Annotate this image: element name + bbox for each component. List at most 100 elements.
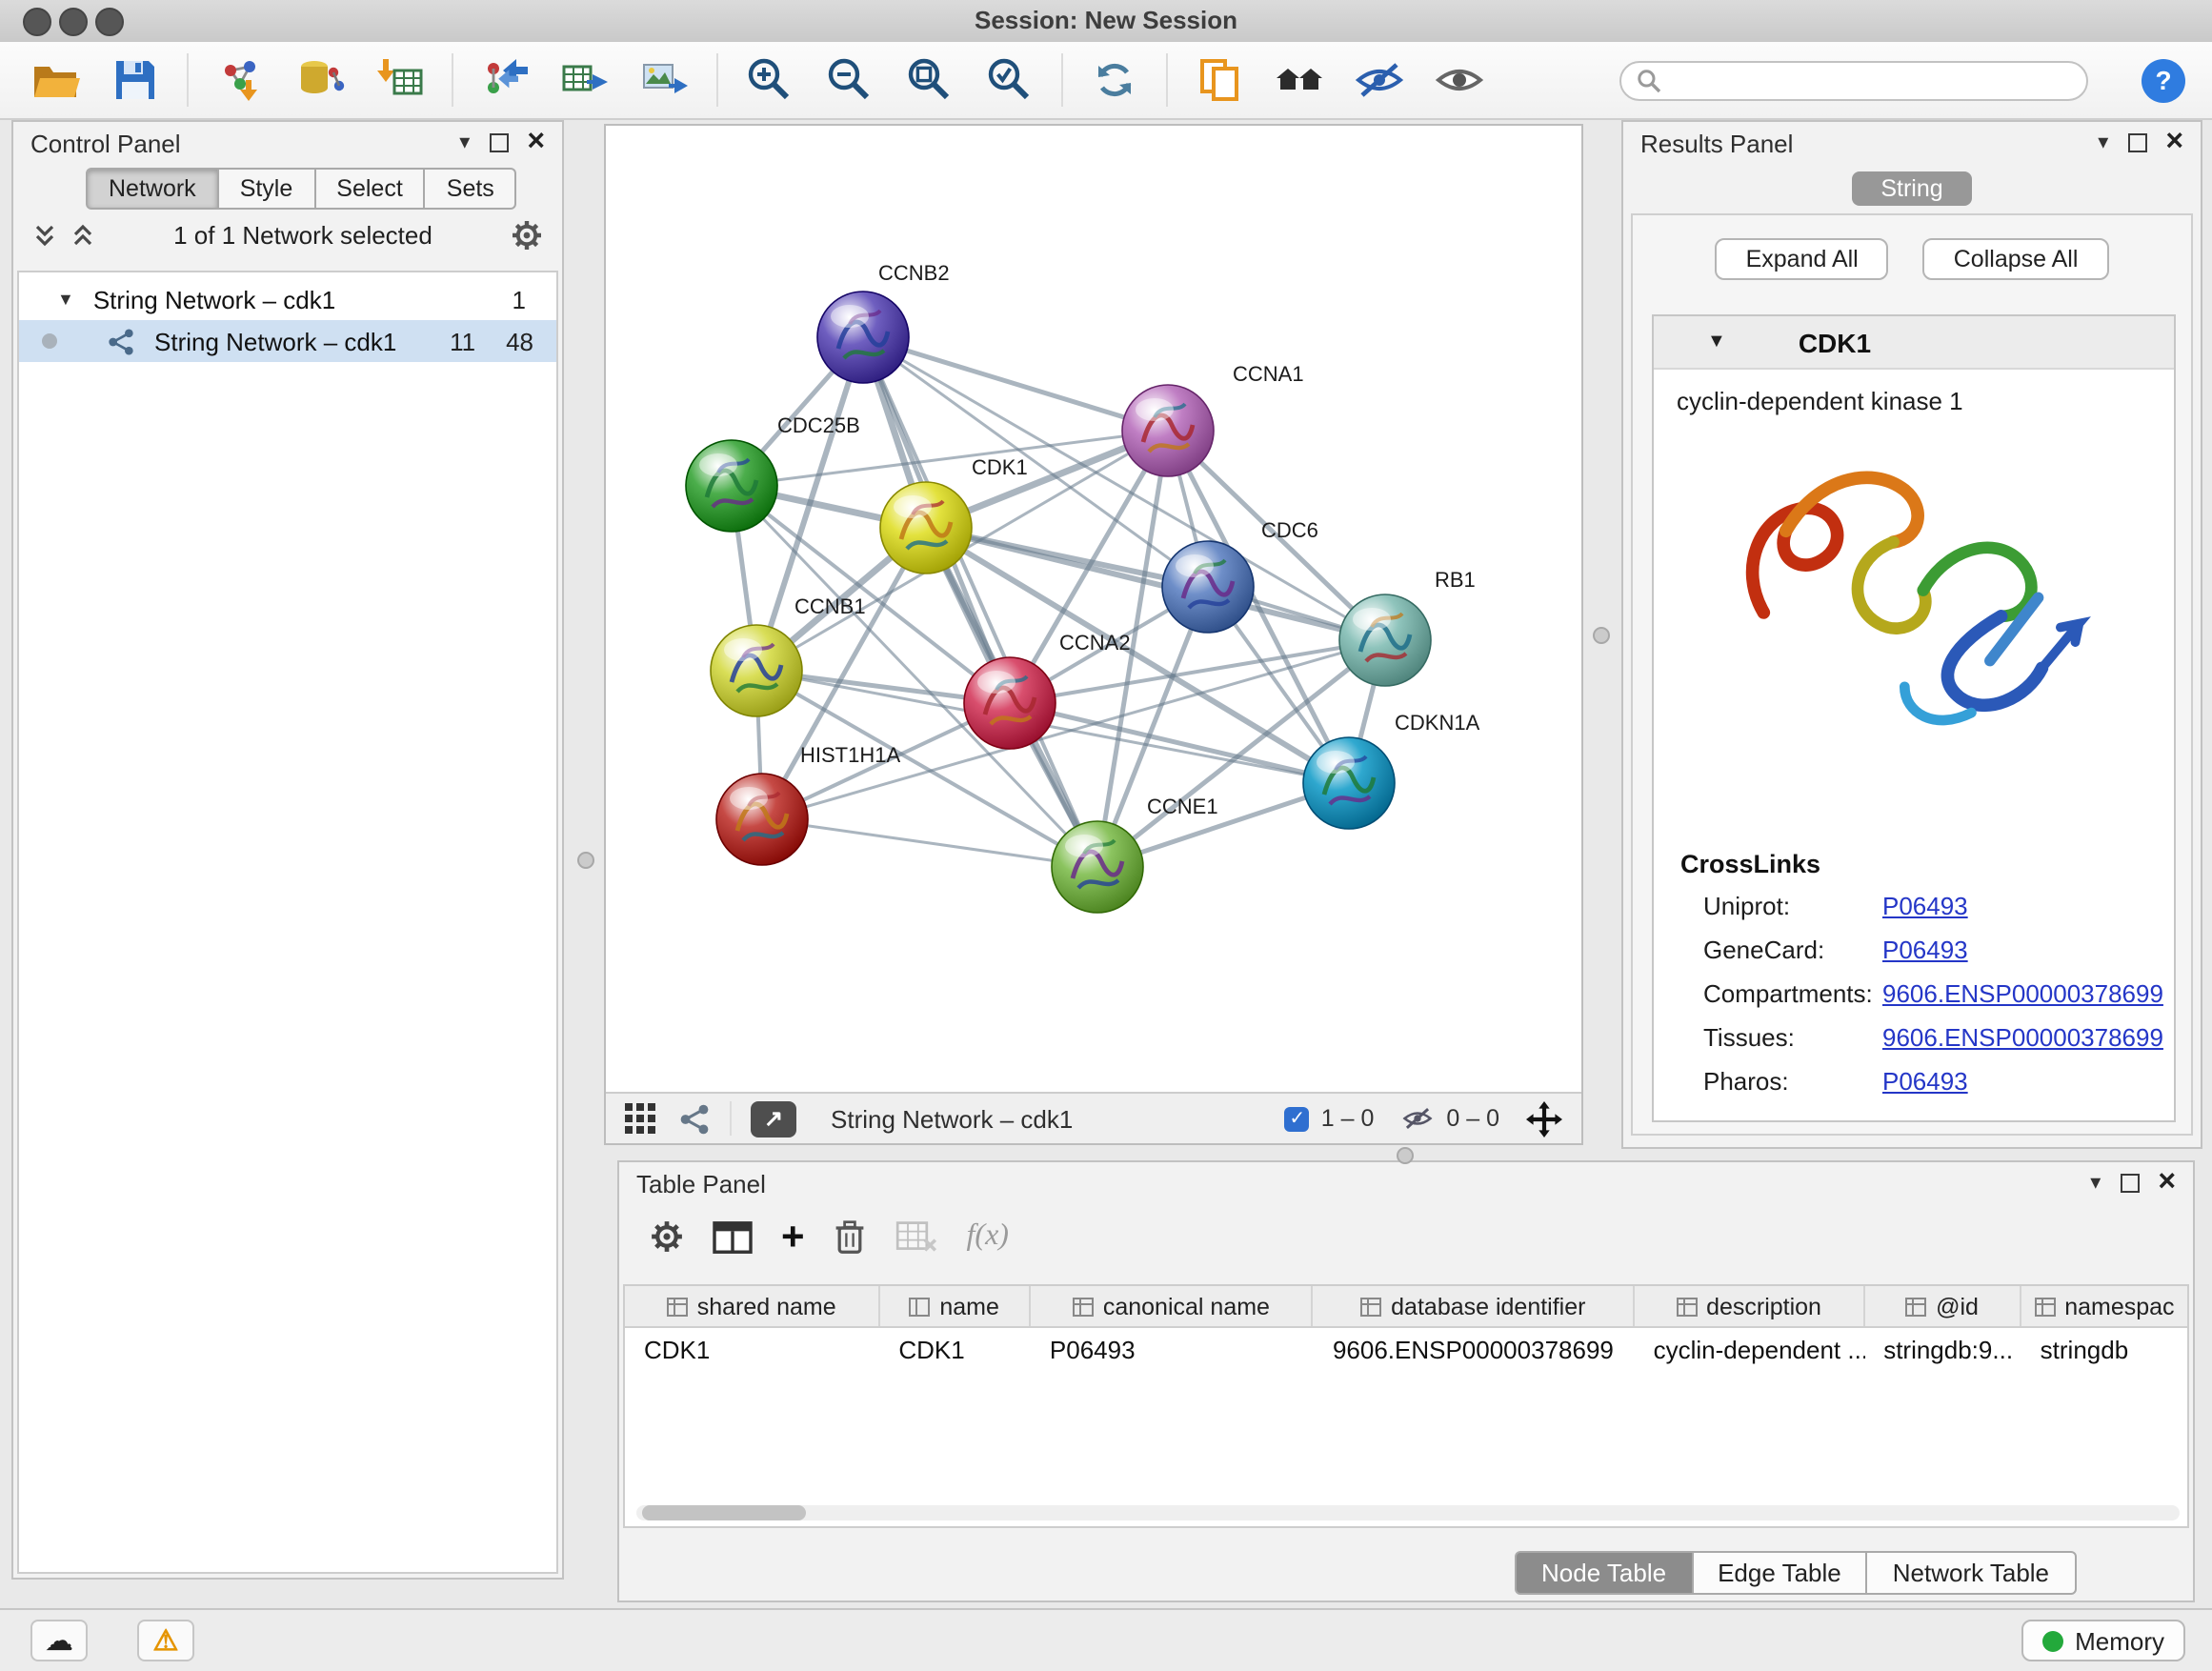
float-panel-icon[interactable] [2120,1174,2139,1193]
collapse-all-chevron-icon[interactable] [70,223,95,248]
search-input[interactable] [1671,65,2071,95]
network-row-selected[interactable]: String Network – cdk1 11 48 [19,320,556,362]
show-columns-icon[interactable] [713,1218,753,1255]
open-in-new-window-button[interactable]: ↗ [751,1100,796,1137]
horizontal-scrollbar[interactable] [636,1505,2180,1520]
column-header-name[interactable]: name [879,1286,1030,1326]
tab-network[interactable]: Network [86,168,219,210]
export-image-button[interactable] [636,51,694,109]
close-panel-icon[interactable]: × [2158,1168,2176,1198]
cloud-status-button[interactable]: ☁ [30,1620,88,1661]
search-box[interactable] [1619,60,2088,100]
float-panel-icon[interactable] [2127,133,2146,152]
zoom-fit-button[interactable] [901,51,958,109]
left-splitter-handle[interactable] [577,852,594,869]
warnings-button[interactable]: ⚠ [137,1620,194,1661]
tab-style[interactable]: Style [219,168,316,210]
column-type-icon [2034,1297,2055,1316]
network-options-gear-icon[interactable] [511,219,543,252]
collection-disclosure-icon[interactable]: ▼ [57,290,74,309]
network-node-CDK1[interactable] [880,482,972,574]
zoom-out-button[interactable] [821,51,878,109]
expand-all-chevron-icon[interactable] [32,223,57,248]
add-column-icon[interactable]: + [781,1217,805,1257]
network-node-CDKN1A[interactable] [1303,737,1395,829]
tab-select[interactable]: Select [315,168,426,210]
tissues-link[interactable]: 9606.ENSP00000378699 [1882,1023,2163,1056]
table-options-gear-icon[interactable] [650,1219,684,1254]
show-all-button[interactable] [1431,51,1488,109]
tab-edge-table[interactable]: Edge Table [1693,1551,1868,1595]
column-header-id[interactable]: @id [1864,1286,2021,1326]
home-button[interactable] [1271,51,1328,109]
hidden-eye-slash-icon[interactable] [1400,1103,1435,1134]
network-node-CDC6[interactable] [1162,541,1254,633]
pan-crosshair-icon[interactable] [1526,1100,1562,1137]
function-builder-icon[interactable]: f(x) [967,1219,1009,1254]
network-collection-row[interactable]: ▼ String Network – cdk1 1 [19,278,556,320]
network-node-CCNA1[interactable] [1122,385,1214,476]
compartments-link[interactable]: 9606.ENSP00000378699 [1882,979,2163,1012]
bottom-splitter-handle[interactable] [1397,1147,1414,1164]
network-node-RB1[interactable] [1339,594,1431,686]
zoom-in-button[interactable] [741,51,798,109]
network-node-CDC25B[interactable] [686,440,777,532]
protein-card-header[interactable]: ▼ CDK1 [1654,316,2174,370]
scrollbar-thumb[interactable] [642,1505,806,1520]
hide-selected-button[interactable] [1351,51,1408,109]
column-header-description[interactable]: description [1635,1286,1865,1326]
collapse-panel-icon[interactable]: ▾ [2090,1173,2101,1194]
protein-description: cyclin-dependent kinase 1 [1677,387,2174,415]
import-network-from-file-button[interactable] [211,51,269,109]
column-header-canonical-name[interactable]: canonical name [1031,1286,1314,1326]
tab-string[interactable]: String [1852,171,1971,206]
open-copy-button[interactable] [1191,51,1248,109]
selected-checkbox-icon[interactable]: ✓ [1285,1106,1310,1131]
column-header-namespace[interactable]: namespac [2021,1286,2187,1326]
table-row[interactable]: CDK1 CDK1 P06493 9606.ENSP00000378699 cy… [625,1328,2187,1370]
network-node-CCNE1[interactable] [1052,821,1143,913]
import-table-from-file-button[interactable] [372,51,429,109]
tab-sets[interactable]: Sets [426,168,517,210]
close-panel-icon[interactable]: × [527,128,545,158]
close-panel-icon[interactable]: × [2165,128,2183,158]
right-splitter-handle[interactable] [1593,627,1610,644]
delete-column-trash-icon[interactable] [834,1218,868,1256]
network-node-HIST1H1A[interactable] [716,774,808,865]
import-network-from-database-button[interactable] [292,51,349,109]
cell-description: cyclin-dependent ... [1635,1335,1865,1363]
pharos-link[interactable]: P06493 [1882,1067,1968,1099]
help-button[interactable]: ? [2142,58,2185,102]
export-network-button[interactable] [476,51,533,109]
open-session-button[interactable] [27,51,84,109]
column-header-shared-name[interactable]: shared name [625,1286,879,1326]
expand-all-button[interactable]: Expand All [1716,238,1889,280]
string-network-icon [107,327,135,355]
tab-network-table[interactable]: Network Table [1868,1551,2076,1595]
network-canvas[interactable]: CCNB2CCNA1CDC25BCDK1CDC6RB1CCNB1CCNA2CDK… [606,126,1581,1092]
float-panel-icon[interactable] [489,133,508,152]
network-node-CCNA2[interactable] [964,657,1056,749]
uniprot-link[interactable]: P06493 [1882,892,1968,924]
birdseye-view-icon[interactable] [625,1103,659,1134]
refresh-view-button[interactable] [1086,51,1143,109]
export-table-button[interactable] [556,51,613,109]
genecard-link[interactable]: P06493 [1882,936,1968,968]
column-header-database-identifier[interactable]: database identifier [1314,1286,1635,1326]
network-edge-count: 48 [506,327,533,355]
network-node-CCNB2[interactable] [817,292,909,383]
warning-icon: ⚠ [153,1623,179,1658]
save-session-button[interactable] [107,51,164,109]
collection-network-count: 1 [513,285,526,313]
delete-table-icon[interactable] [896,1219,938,1254]
network-node-CCNB1[interactable] [711,625,802,716]
memory-button[interactable]: Memory [2021,1620,2185,1661]
collapse-all-button[interactable]: Collapse All [1923,238,2109,280]
collapse-panel-icon[interactable]: ▾ [2098,132,2108,153]
protein-disclosure-icon[interactable]: ▼ [1707,332,1726,352]
share-network-icon[interactable] [678,1102,711,1135]
collapse-panel-icon[interactable]: ▾ [459,132,470,153]
results-panel-title: Results Panel [1640,129,1793,157]
zoom-selected-button[interactable] [981,51,1038,109]
tab-node-table[interactable]: Node Table [1515,1551,1693,1595]
